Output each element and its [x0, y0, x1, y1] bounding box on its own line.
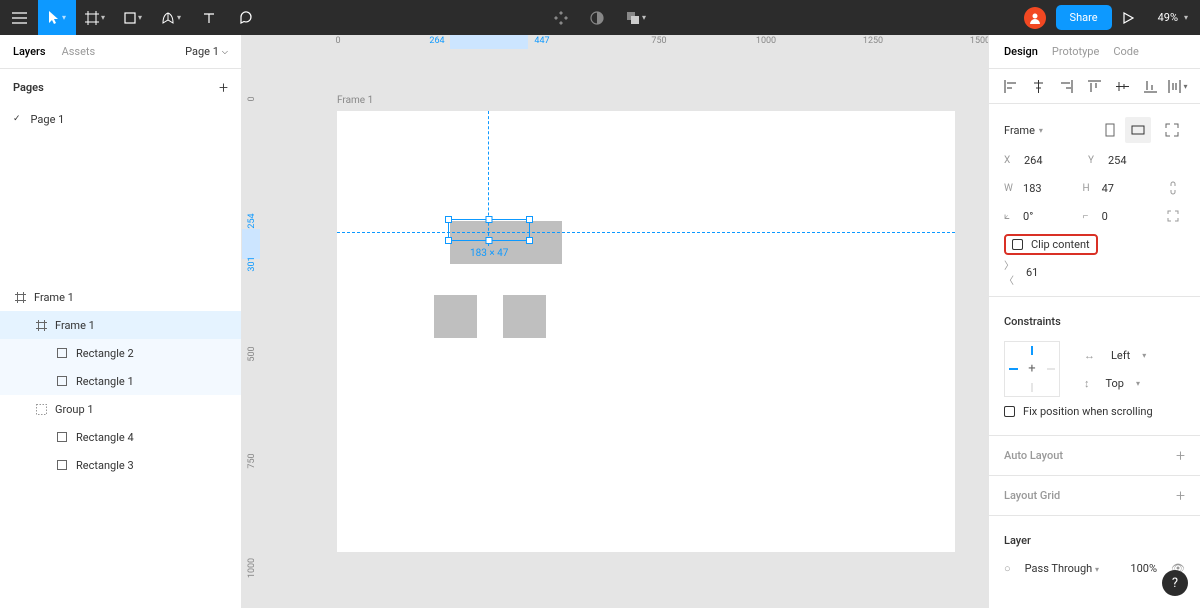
y-input[interactable]: 254 — [1108, 154, 1164, 167]
layer-row[interactable]: Frame 1 — [0, 283, 241, 311]
tab-code[interactable]: Code — [1113, 45, 1138, 58]
components-icon[interactable] — [549, 0, 573, 35]
orient-portrait[interactable] — [1097, 117, 1123, 143]
pen-tool[interactable]: ▾ — [152, 0, 190, 35]
canvas[interactable]: 0 264 447 750 1000 1250 1500 0 254 301 5… — [242, 35, 988, 608]
layout-grid-title: Layout Grid — [1004, 489, 1060, 502]
frame-tool[interactable]: ▾ — [76, 0, 114, 35]
clip-content-checkbox[interactable]: Clip content — [1004, 234, 1098, 255]
add-page-button[interactable]: + — [219, 78, 228, 97]
frame-1[interactable]: Frame 1 — [337, 111, 955, 552]
tab-prototype[interactable]: Prototype — [1052, 45, 1099, 58]
auto-layout-title: Auto Layout — [1004, 449, 1063, 462]
align-right[interactable] — [1055, 74, 1079, 98]
menu-button[interactable] — [0, 0, 38, 35]
page-switcher[interactable]: Page 1 ⌵ — [185, 45, 228, 58]
layer-row[interactable]: Frame 1 — [0, 311, 241, 339]
align-vcenter[interactable] — [1110, 74, 1134, 98]
opacity-input[interactable]: 100% — [1130, 562, 1157, 575]
h-input[interactable]: 47 — [1102, 182, 1154, 195]
layer-title: Layer — [1004, 534, 1031, 547]
layers-tree: Frame 1Frame 1Rectangle 2Rectangle 1Grou… — [0, 283, 241, 479]
move-tool[interactable]: ▾ — [38, 0, 76, 35]
resize-to-fit[interactable] — [1159, 117, 1185, 143]
align-toolbar: ▾ — [989, 69, 1200, 104]
zoom-dropdown[interactable]: 49%▾ — [1146, 11, 1200, 24]
constrain-proportions[interactable] — [1161, 175, 1185, 201]
pages-header-label: Pages — [13, 81, 44, 94]
selection-dimensions: 183 × 47 — [470, 248, 508, 259]
layer-row[interactable]: Rectangle 4 — [0, 423, 241, 451]
constraints-title: Constraints — [1004, 315, 1061, 328]
align-left[interactable] — [999, 74, 1023, 98]
constraint-v-dropdown[interactable]: ↕Top▾ — [1084, 369, 1185, 397]
x-input[interactable]: 264 — [1024, 154, 1080, 167]
w-input[interactable]: 183 — [1023, 182, 1075, 195]
fix-position-checkbox[interactable]: Fix position when scrolling — [1004, 397, 1185, 425]
add-auto-layout[interactable]: + — [1176, 446, 1185, 465]
layer-row[interactable]: Rectangle 2 — [0, 339, 241, 367]
add-layout-grid[interactable]: + — [1176, 486, 1185, 505]
avatar[interactable] — [1024, 7, 1046, 29]
rectangle[interactable] — [434, 295, 477, 338]
align-top[interactable] — [1082, 74, 1106, 98]
frame-type-dropdown[interactable]: Frame▾ — [1004, 124, 1043, 137]
page-item[interactable]: ✓ Page 1 — [0, 105, 241, 133]
share-button[interactable]: Share — [1056, 5, 1112, 30]
layer-row[interactable]: Rectangle 1 — [0, 367, 241, 395]
independent-corners[interactable] — [1161, 203, 1185, 229]
ruler-vertical: 0 254 301 500 750 1000 — [242, 49, 260, 608]
mask-icon[interactable] — [585, 0, 609, 35]
layer-row[interactable]: Group 1 — [0, 395, 241, 423]
radius-input[interactable]: 0 — [1102, 210, 1154, 223]
rotation-input[interactable]: 0° — [1023, 210, 1075, 223]
tab-layers[interactable]: Layers — [13, 45, 46, 58]
text-tool[interactable] — [190, 0, 228, 35]
shape-tool[interactable]: ▾ — [114, 0, 152, 35]
frame-label[interactable]: Frame 1 — [337, 95, 373, 106]
constraints-widget[interactable]: + — [1004, 341, 1060, 397]
orient-landscape[interactable] — [1125, 117, 1151, 143]
alignment-guide — [337, 232, 955, 233]
selection-box[interactable] — [448, 219, 530, 241]
gap-input[interactable]: 61 — [1026, 266, 1082, 279]
design-panel: Design Prototype Code ▾ Frame▾ X264 Y254… — [988, 35, 1200, 608]
comment-tool[interactable] — [228, 0, 266, 35]
top-toolbar: ▾ ▾ ▾ ▾ ▾ Share 49%▾ — [0, 0, 1200, 35]
ruler-horizontal: 0 264 447 750 1000 1250 1500 — [260, 35, 988, 49]
rectangle[interactable] — [503, 295, 546, 338]
blend-mode-dropdown[interactable]: Pass Through ▾ — [1025, 562, 1123, 575]
present-button[interactable] — [1112, 0, 1146, 35]
boolean-icon[interactable]: ▾ — [621, 0, 651, 35]
constraint-h-dropdown[interactable]: ↔Left▾ — [1084, 341, 1185, 369]
tab-assets[interactable]: Assets — [62, 45, 96, 58]
distribute[interactable]: ▾ — [1166, 74, 1190, 98]
help-button[interactable]: ? — [1162, 570, 1188, 596]
layer-row[interactable]: Rectangle 3 — [0, 451, 241, 479]
left-panel: Layers Assets Page 1 ⌵ Pages + ✓ Page 1 … — [0, 35, 242, 608]
align-bottom[interactable] — [1138, 74, 1162, 98]
align-hcenter[interactable] — [1027, 74, 1051, 98]
tab-design[interactable]: Design — [1004, 45, 1038, 58]
